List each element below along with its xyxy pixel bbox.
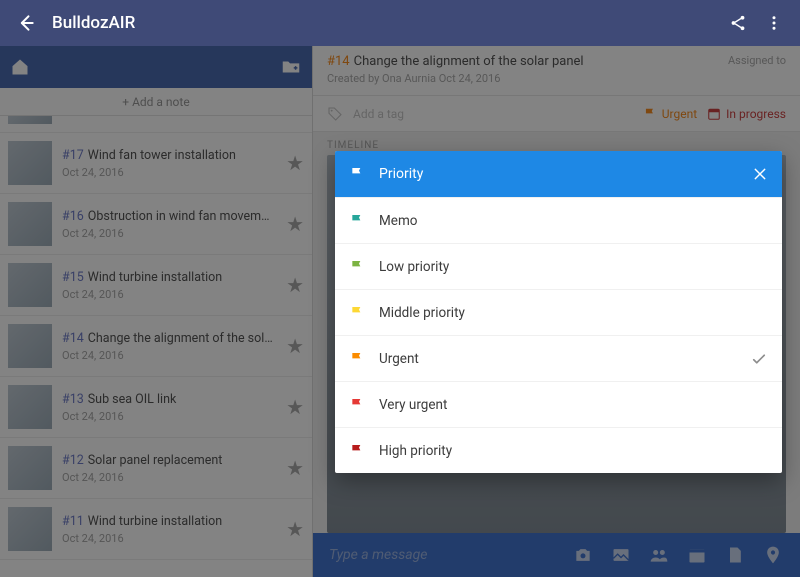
priority-option-label: Memo xyxy=(379,213,417,229)
flag-icon xyxy=(349,166,365,182)
priority-option-label: High priority xyxy=(379,443,452,459)
back-button[interactable] xyxy=(8,5,44,41)
share-button[interactable] xyxy=(720,5,756,41)
priority-option-label: Middle priority xyxy=(379,305,465,321)
check-icon xyxy=(750,350,768,368)
priority-option-label: Low priority xyxy=(379,259,449,275)
overflow-menu-button[interactable] xyxy=(756,5,792,41)
priority-option[interactable]: Very urgent xyxy=(335,381,782,427)
priority-option-label: Very urgent xyxy=(379,397,447,413)
modal-title: Priority xyxy=(379,166,738,182)
priority-modal: Priority Memo Low priority Middle priority… xyxy=(335,151,782,473)
priority-option-label: Urgent xyxy=(379,351,419,367)
priority-option[interactable]: High priority xyxy=(335,427,782,473)
close-button[interactable] xyxy=(752,166,768,182)
flag-icon xyxy=(349,351,365,367)
priority-option[interactable]: Low priority xyxy=(335,243,782,289)
app-title: BulldozAIR xyxy=(52,13,720,33)
flag-icon xyxy=(349,443,365,459)
flag-icon xyxy=(349,305,365,321)
priority-option[interactable]: Urgent xyxy=(335,335,782,381)
flag-icon xyxy=(349,259,365,275)
flag-icon xyxy=(349,397,365,413)
flag-icon xyxy=(349,213,365,229)
priority-option[interactable]: Memo xyxy=(335,197,782,243)
priority-option[interactable]: Middle priority xyxy=(335,289,782,335)
